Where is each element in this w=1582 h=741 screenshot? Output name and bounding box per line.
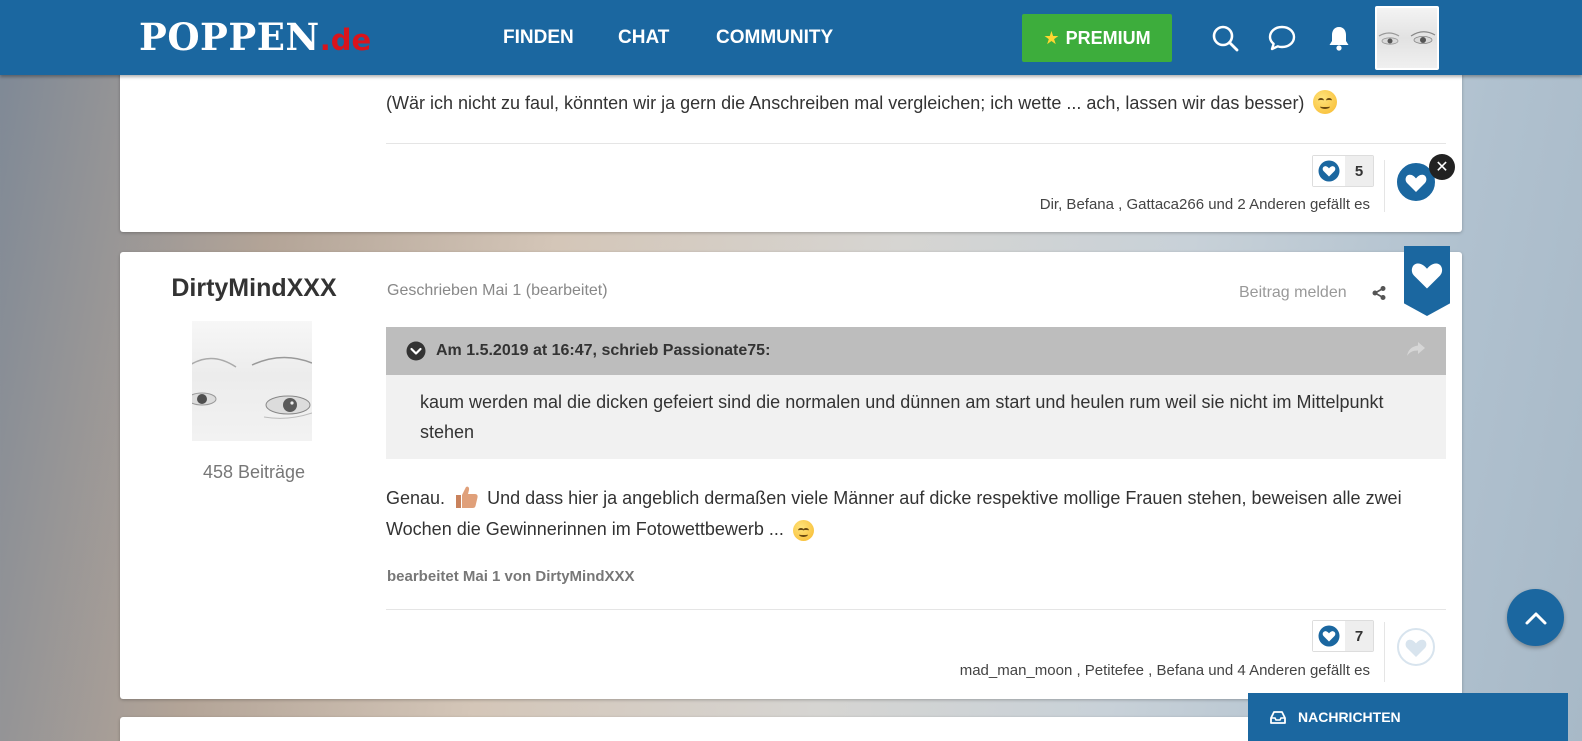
top-header: POPPEN.de FINDEN CHAT COMMUNITY ★ PREMIU… — [0, 0, 1582, 75]
reaction-summary[interactable]: 7 — [1312, 620, 1374, 652]
site-logo[interactable]: POPPEN.de — [139, 14, 371, 63]
post-author[interactable]: DirtyMindXXX — [134, 274, 374, 303]
inbox-icon — [1270, 710, 1286, 724]
like-button[interactable] — [1397, 628, 1435, 666]
vertical-separator — [1384, 160, 1385, 212]
like-count: 5 — [1345, 156, 1373, 186]
smirk-emoji-icon — [1313, 90, 1338, 114]
premium-label: PREMIUM — [1065, 27, 1151, 48]
post-text-part1: Genau. — [386, 488, 446, 508]
go-to-quote-arrow-icon[interactable] — [1406, 341, 1426, 357]
post-count: 458 Beiträge — [202, 462, 306, 482]
bookmark-heart-ribbon[interactable] — [1404, 246, 1450, 316]
vertical-separator — [1384, 622, 1385, 682]
likers-text[interactable]: mad_man_moon , Petitefee , Befana und 4 … — [960, 662, 1370, 679]
logo-suffix: .de — [319, 23, 372, 57]
edited-note: bearbeitet Mai 1 von DirtyMindXXX — [387, 568, 635, 585]
share-icon[interactable] — [1371, 285, 1387, 301]
post-text: (Wär ich nicht zu faul, könnten wir ja g… — [386, 93, 1305, 113]
search-icon[interactable] — [1211, 24, 1239, 52]
chat-bubble-icon[interactable] — [1268, 24, 1296, 52]
messages-bar[interactable]: NACHRICHTEN — [1248, 693, 1568, 741]
nav-finden[interactable]: FINDEN — [503, 24, 574, 52]
smile-emoji-icon — [792, 520, 814, 541]
like-heart-icon — [1313, 156, 1345, 186]
logo-main: POPPEN — [139, 15, 320, 59]
nav-community[interactable]: COMMUNITY — [716, 24, 833, 52]
user-avatar[interactable] — [1375, 6, 1439, 70]
report-post-link[interactable]: Beitrag melden — [1239, 284, 1347, 302]
quote-body: kaum werden mal die dicken gefeiert sind… — [386, 375, 1446, 459]
like-heart-icon — [1313, 621, 1345, 651]
close-icon[interactable]: ✕ — [1429, 154, 1455, 180]
likers-text[interactable]: Dir, Befana , Gattaca266 und 2 Anderen g… — [1040, 196, 1370, 213]
premium-button[interactable]: ★ PREMIUM — [1022, 14, 1172, 62]
post-author-avatar[interactable] — [192, 321, 312, 441]
post-divider — [386, 609, 1446, 610]
scroll-to-top-button[interactable] — [1507, 589, 1564, 646]
thumbs-up-emoji-icon — [453, 484, 479, 510]
bell-icon[interactable] — [1325, 24, 1353, 52]
collapse-chevron-icon[interactable] — [406, 341, 426, 361]
post-body: (Wär ich nicht zu faul, könnten wir ja g… — [386, 88, 1446, 119]
nav-chat[interactable]: CHAT — [618, 24, 669, 52]
messages-label: NACHRICHTEN — [1298, 709, 1401, 725]
post-text-part2: Und dass hier ja angeblich dermaßen viel… — [386, 488, 1402, 539]
quote-author-line: Am 1.5.2019 at 16:47, schrieb Passionate… — [436, 342, 771, 359]
post-date[interactable]: Geschrieben Mai 1 (bearbeitet) — [387, 282, 608, 300]
star-icon: ★ — [1043, 27, 1060, 48]
post-divider — [386, 143, 1446, 144]
reaction-summary[interactable]: 5 — [1312, 155, 1374, 187]
post-body-main: Genau. Und dass hier ja angeblich dermaß… — [386, 483, 1446, 545]
quote-header[interactable]: Am 1.5.2019 at 16:47, schrieb Passionate… — [386, 327, 1446, 375]
like-count: 7 — [1345, 621, 1373, 651]
